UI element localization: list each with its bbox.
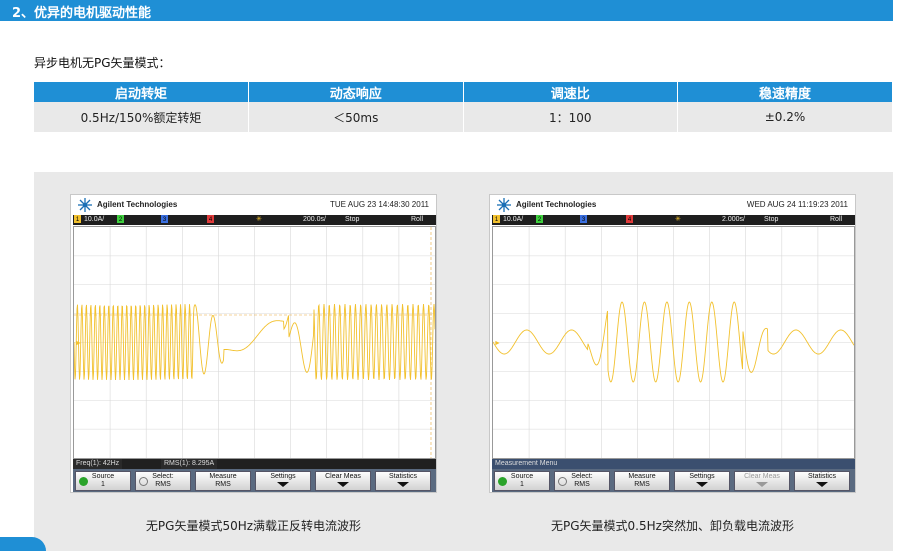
source-softkey[interactable]: Source 1 bbox=[75, 471, 131, 491]
softkey-label: Measure bbox=[209, 473, 237, 480]
trigger-icon: ✳ bbox=[256, 216, 262, 223]
softkey-label: Clear Meas bbox=[744, 473, 780, 480]
softkey-bar: Source 1 Select: RMS Measure RMS Settings C… bbox=[492, 469, 855, 492]
acquisition-state: Stop bbox=[764, 216, 779, 223]
channel-4-indicator: 4 bbox=[207, 215, 214, 223]
caption-scope-2: 无PG矢量模式0.5Hz突然加、卸负载电流波形 bbox=[551, 519, 794, 533]
statistics-softkey[interactable]: Statistics bbox=[794, 471, 850, 491]
knob-icon bbox=[139, 477, 148, 486]
scope-timestamp: TUE AUG 23 14:48:30 2011 bbox=[329, 200, 429, 209]
header-start-torque: 启动转矩 bbox=[34, 82, 249, 102]
oscilloscope-screenshot-2: Agilent Technologies WED AUG 24 11:19:23… bbox=[489, 194, 856, 493]
measurement-readout: Freq(1): 42Hz RMS(1): 8.295A bbox=[73, 459, 436, 469]
statistics-softkey[interactable]: Statistics bbox=[375, 471, 431, 491]
softkey-label: Select: bbox=[571, 473, 593, 480]
section-title: 2、优异的电机驱动性能 bbox=[12, 6, 152, 21]
channel-3-indicator: 3 bbox=[580, 215, 587, 223]
cell-speed-accuracy: ±0.2% bbox=[677, 102, 892, 132]
channel-2-indicator: 2 bbox=[117, 215, 124, 223]
source-softkey[interactable]: Source 1 bbox=[494, 471, 550, 491]
intro-text: 异步电机无PG矢量模式： bbox=[34, 56, 171, 70]
knob-icon bbox=[558, 477, 567, 486]
waveform-display: ► bbox=[492, 226, 855, 459]
channel-3-indicator: 3 bbox=[161, 215, 168, 223]
clear-meas-softkey[interactable]: Clear Meas bbox=[734, 471, 790, 491]
softkey-value: RMS bbox=[155, 481, 171, 488]
waveform-panel: Agilent Technologies TUE AUG 23 14:48:30… bbox=[34, 172, 893, 551]
waveform-plot: ► bbox=[493, 227, 854, 458]
softkey-label: Source bbox=[91, 473, 115, 480]
measure-softkey[interactable]: Measure RMS bbox=[195, 471, 251, 491]
acquisition-mode: Roll bbox=[411, 216, 424, 223]
scope-status-bar: 1 10.0A/ 2 3 4 ✳ 2.000s/ Stop Roll bbox=[492, 215, 855, 225]
softkey-label: Source bbox=[510, 473, 534, 480]
clear-meas-softkey[interactable]: Clear Meas bbox=[315, 471, 371, 491]
scope-status-bar: 1 10.0A/ 2 3 4 ✳ 200.0s/ Stop Roll bbox=[73, 215, 436, 225]
section-header-bar: 2、优异的电机驱动性能 bbox=[0, 0, 893, 21]
channel-2-indicator: 2 bbox=[536, 215, 543, 223]
header-dynamic-response: 动态响应 bbox=[248, 82, 464, 102]
measure-softkey[interactable]: Measure RMS bbox=[614, 471, 670, 491]
menu-title: Measurement Menu bbox=[495, 460, 558, 467]
softkey-value: RMS bbox=[634, 481, 650, 488]
softkey-label: Clear Meas bbox=[325, 473, 361, 480]
freq-readout: Freq(1): 42Hz bbox=[73, 459, 123, 469]
header-speed-accuracy: 稳速精度 bbox=[677, 82, 892, 102]
scope-timestamp: WED AUG 24 11:19:23 2011 bbox=[746, 200, 848, 209]
channel-4-indicator: 4 bbox=[626, 215, 633, 223]
acquisition-mode: Roll bbox=[830, 216, 843, 223]
cell-dynamic-response: ＜50ms bbox=[248, 102, 464, 132]
performance-table: 启动转矩 动态响应 调速比 稳速精度 0.5Hz/150%额定转矩 ＜50ms … bbox=[34, 82, 892, 132]
measurement-readout: Measurement Menu bbox=[492, 459, 855, 469]
trigger-icon: ✳ bbox=[675, 216, 681, 223]
channel-1-indicator: 1 bbox=[493, 215, 500, 223]
select-softkey[interactable]: Select: RMS bbox=[554, 471, 610, 491]
waveform-plot: ► bbox=[74, 227, 435, 458]
down-arrow-icon bbox=[277, 482, 289, 487]
softkey-label: Statistics bbox=[388, 473, 417, 480]
softkey-label: Settings bbox=[689, 473, 715, 480]
softkey-label: Measure bbox=[628, 473, 656, 480]
cell-start-torque: 0.5Hz/150%额定转矩 bbox=[34, 102, 249, 132]
softkey-bar: Source 1 Select: RMS Measure RMS Settings C… bbox=[73, 469, 436, 492]
oscilloscope-screenshot-1: Agilent Technologies TUE AUG 23 14:48:30… bbox=[70, 194, 437, 493]
knob-icon bbox=[79, 477, 88, 486]
channel-1-indicator: 1 bbox=[74, 215, 81, 223]
scope-header: Agilent Technologies TUE AUG 23 14:48:30… bbox=[71, 195, 436, 215]
select-softkey[interactable]: Select: RMS bbox=[135, 471, 191, 491]
settings-softkey[interactable]: Settings bbox=[674, 471, 730, 491]
softkey-label: Settings bbox=[270, 473, 296, 480]
softkey-value: RMS bbox=[215, 481, 231, 488]
scope-brand: Agilent Technologies bbox=[516, 200, 597, 209]
timebase: 200.0s/ bbox=[303, 216, 326, 223]
softkey-label: Statistics bbox=[807, 473, 836, 480]
caption-scope-1: 无PG矢量模式50Hz满载正反转电流波形 bbox=[145, 519, 362, 533]
timebase: 2.000s/ bbox=[722, 216, 745, 223]
header-speed-ratio: 调速比 bbox=[463, 82, 678, 102]
down-arrow-icon bbox=[756, 482, 768, 487]
channel-1-scale: 10.0A/ bbox=[84, 216, 105, 223]
knob-icon bbox=[498, 477, 507, 486]
scope-brand: Agilent Technologies bbox=[97, 200, 178, 209]
agilent-spark-icon bbox=[497, 198, 511, 212]
down-arrow-icon bbox=[816, 482, 828, 487]
channel-1-scale: 10.0A/ bbox=[503, 216, 524, 223]
down-arrow-icon bbox=[696, 482, 708, 487]
down-arrow-icon bbox=[337, 482, 349, 487]
softkey-value: 1 bbox=[101, 481, 105, 488]
down-arrow-icon bbox=[397, 482, 409, 487]
softkey-value: 1 bbox=[520, 481, 524, 488]
softkey-value: RMS bbox=[574, 481, 590, 488]
softkey-label: Select: bbox=[152, 473, 174, 480]
table-row: 0.5Hz/150%额定转矩 ＜50ms 1：100 ±0.2% bbox=[34, 102, 892, 132]
agilent-spark-icon bbox=[78, 198, 92, 212]
rms-readout: RMS(1): 8.295A bbox=[161, 459, 218, 469]
waveform-display: ► bbox=[73, 226, 436, 459]
settings-softkey[interactable]: Settings bbox=[255, 471, 311, 491]
scope-header: Agilent Technologies WED AUG 24 11:19:23… bbox=[490, 195, 855, 215]
cell-speed-ratio: 1：100 bbox=[463, 102, 678, 132]
acquisition-state: Stop bbox=[345, 216, 360, 223]
table-header-row: 启动转矩 动态响应 调速比 稳速精度 bbox=[34, 82, 892, 102]
page-number-tab bbox=[0, 537, 46, 551]
